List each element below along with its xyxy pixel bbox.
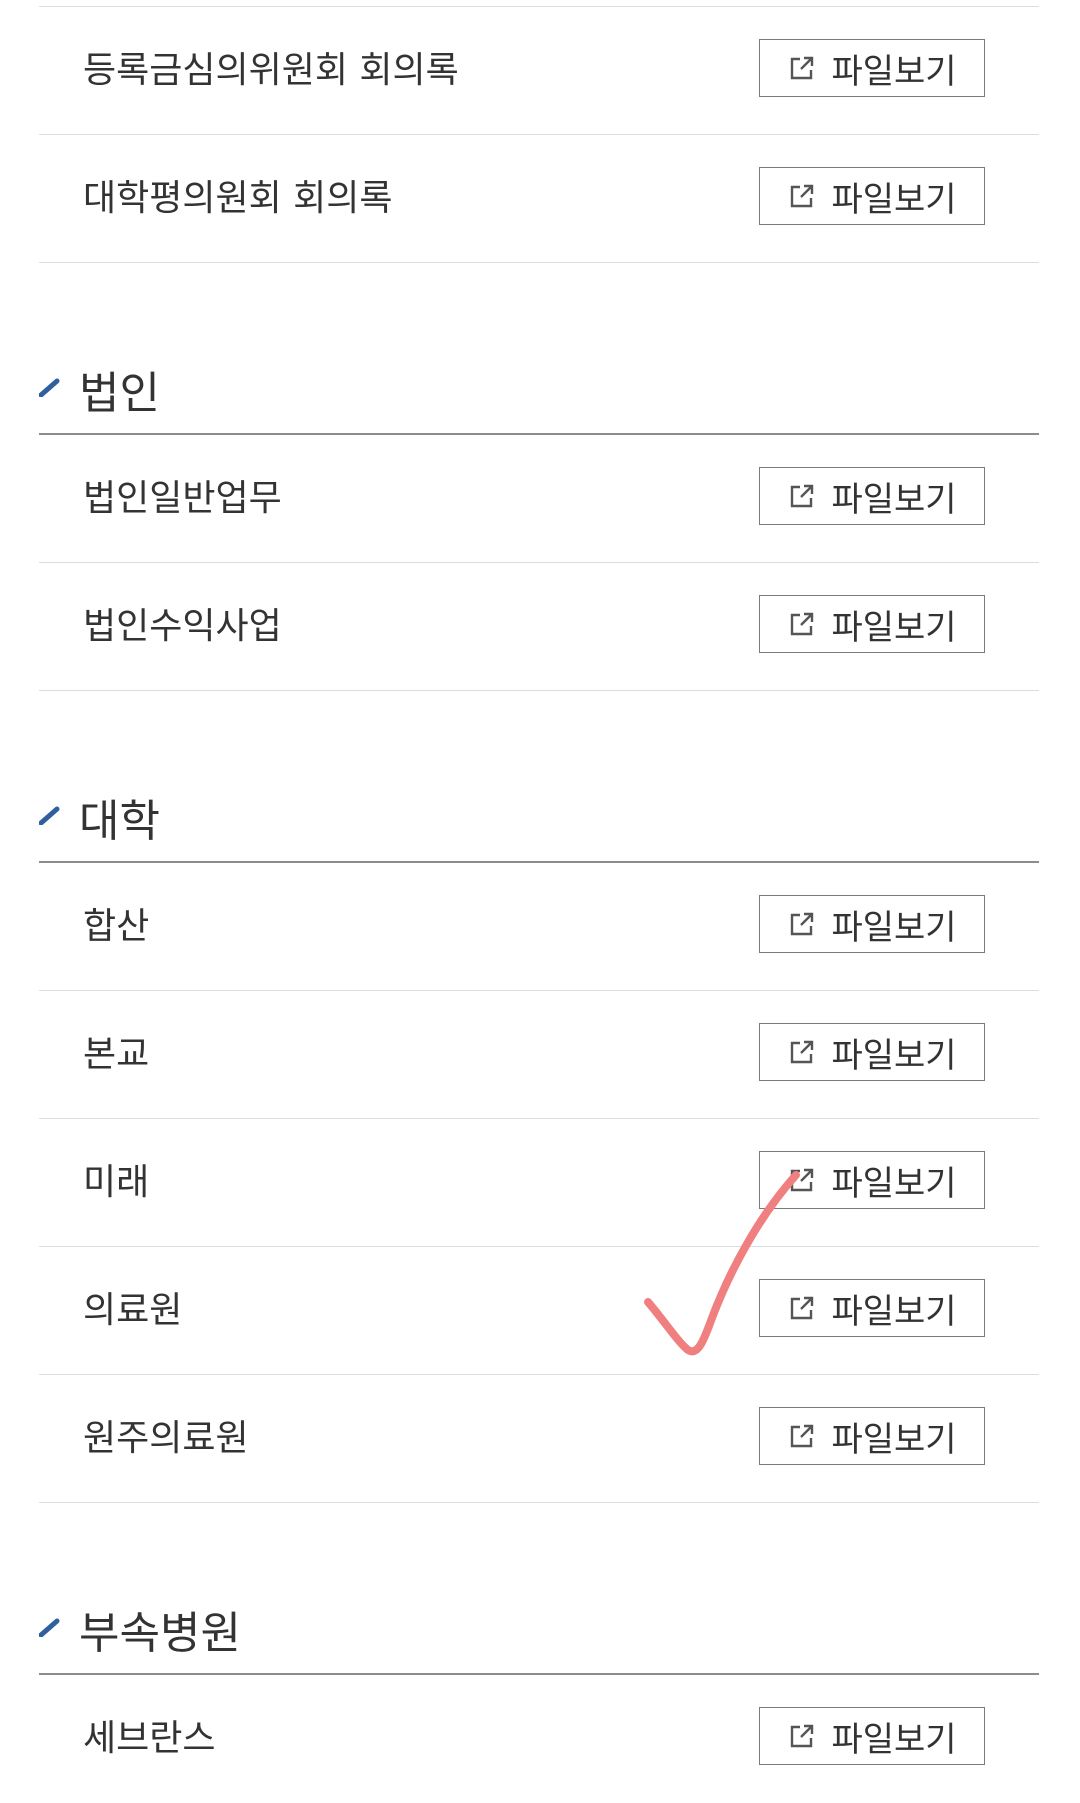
external-link-icon	[787, 53, 817, 83]
row-label: 미래	[83, 1162, 150, 1203]
file-view-button-label: 파일보기	[831, 1419, 957, 1460]
row-label: 의료원	[83, 1290, 183, 1331]
section-header: 부속병원	[38, 1589, 1039, 1675]
file-view-button[interactable]: 파일보기	[759, 467, 985, 525]
row-label: 법인일반업무	[83, 478, 282, 519]
external-link-icon	[787, 1037, 817, 1067]
file-view-button[interactable]: 파일보기	[759, 895, 985, 953]
file-view-button-label: 파일보기	[831, 1035, 957, 1076]
row-label: 법인수익사업	[83, 606, 282, 647]
list-item: 본교 파일보기	[39, 991, 1039, 1119]
file-view-button-label: 파일보기	[831, 179, 957, 220]
list-item: 법인일반업무 파일보기	[39, 435, 1039, 563]
row-label: 대학평의원회 회의록	[83, 178, 393, 219]
row-label: 세브란스	[83, 1718, 216, 1759]
external-link-icon	[787, 1421, 817, 1451]
list-item: 합산 파일보기	[39, 863, 1039, 991]
list-item: 등록금심의위원회 회의록 파일보기	[39, 7, 1039, 135]
external-link-icon	[787, 181, 817, 211]
row-label: 등록금심의위원회 회의록	[83, 50, 459, 91]
file-view-button[interactable]: 파일보기	[759, 595, 985, 653]
list-item: 법인수익사업 파일보기	[39, 563, 1039, 691]
section-title: 대학	[79, 796, 160, 847]
file-view-button-label: 파일보기	[831, 907, 957, 948]
file-view-button-label: 파일보기	[831, 1163, 957, 1204]
section-title: 법인	[79, 368, 160, 419]
section-title: 부속병원	[79, 1608, 241, 1659]
external-link-icon	[787, 1721, 817, 1751]
file-view-button[interactable]: 파일보기	[759, 1023, 985, 1081]
pencil-slash-icon	[38, 1615, 61, 1638]
file-view-button-label: 파일보기	[831, 1291, 957, 1332]
file-view-button[interactable]: 파일보기	[759, 167, 985, 225]
row-label: 본교	[83, 1034, 150, 1075]
file-view-button[interactable]: 파일보기	[759, 1407, 985, 1465]
file-view-button-label: 파일보기	[831, 607, 957, 648]
file-view-button[interactable]: 파일보기	[759, 39, 985, 97]
external-link-icon	[787, 609, 817, 639]
list-item: 미래 파일보기	[39, 1119, 1039, 1247]
external-link-icon	[787, 1293, 817, 1323]
file-view-button[interactable]: 파일보기	[759, 1151, 985, 1209]
file-view-button[interactable]: 파일보기	[759, 1279, 985, 1337]
list-item: 대학평의원회 회의록 파일보기	[39, 135, 1039, 263]
pencil-slash-icon	[38, 803, 61, 826]
row-label: 원주의료원	[83, 1418, 249, 1459]
file-view-button[interactable]: 파일보기	[759, 1707, 985, 1765]
section-header: 법인	[38, 349, 1039, 435]
external-link-icon	[787, 481, 817, 511]
external-link-icon	[787, 909, 817, 939]
section-header: 대학	[38, 777, 1039, 863]
list-item: 원주의료원 파일보기	[39, 1375, 1039, 1503]
external-link-icon	[787, 1165, 817, 1195]
row-label: 합산	[83, 906, 150, 947]
list-item: 세브란스 파일보기	[39, 1675, 1039, 1803]
pencil-slash-icon	[38, 375, 61, 398]
list-item: 의료원 파일보기	[39, 1247, 1039, 1375]
file-view-button-label: 파일보기	[831, 479, 957, 520]
file-view-button-label: 파일보기	[831, 1719, 957, 1760]
file-view-button-label: 파일보기	[831, 51, 957, 92]
